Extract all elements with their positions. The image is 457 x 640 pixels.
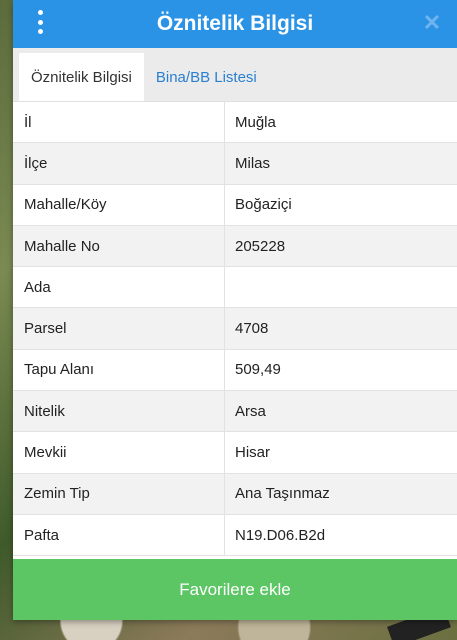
row-value: [225, 267, 457, 307]
row-value: Arsa: [235, 402, 266, 420]
row-key: İl: [13, 102, 225, 143]
table-row: Nitelik Arsa: [13, 391, 457, 433]
add-favorite-button[interactable]: Favorilere ekle: [13, 559, 457, 620]
table-row: İlçe Milas: [13, 143, 457, 185]
row-value: 509,49: [235, 361, 281, 379]
row-value: Hisar: [235, 444, 271, 462]
tab-attributes[interactable]: Öznitelik Bilgisi: [19, 53, 144, 101]
row-value: Boğaziçi: [235, 196, 292, 214]
row-value: 4708: [235, 320, 269, 338]
row-value: Milas: [235, 154, 271, 172]
row-value: N19.D06.B2d: [235, 526, 326, 544]
row-key: Pafta: [13, 514, 225, 556]
row-value: Muğla: [235, 113, 276, 131]
table-row: Parsel 4708: [13, 308, 457, 350]
attribute-table: İl Muğla İlçe Milas Mahalle/Köy Boğaziçi…: [13, 102, 457, 557]
row-value: 205228: [235, 237, 286, 255]
row-key: Zemin Tip: [13, 473, 225, 514]
table-row: Mevkii Hisar: [13, 432, 457, 474]
row-value: Ana Taşınmaz: [235, 485, 330, 503]
tab-bar: Öznitelik Bilgisi Bina/BB Listesi: [13, 48, 457, 102]
table-row: Mahalle/Köy Boğaziçi: [13, 184, 457, 226]
table-row: İl Muğla: [13, 102, 457, 144]
tab-building-list[interactable]: Bina/BB Listesi: [144, 53, 269, 101]
close-icon[interactable]: ✕: [421, 12, 443, 34]
row-key: Tapu Alanı: [13, 349, 225, 391]
table-row: Zemin Tip Ana Taşınmaz: [13, 473, 457, 515]
table-row: Tapu Alanı 509,49: [13, 349, 457, 392]
row-key: Nitelik: [13, 391, 225, 432]
dialog-title: Öznitelik Bilgisi: [156, 12, 314, 35]
row-key: Mahalle No: [13, 225, 225, 267]
row-key: Ada: [13, 267, 225, 308]
more-vert-icon[interactable]: [35, 10, 45, 34]
attribute-dialog: Öznitelik Bilgisi ✕ Öznitelik Bilgisi Bi…: [13, 0, 457, 620]
row-key: Mahalle/Köy: [13, 184, 225, 225]
dialog-header: Öznitelik Bilgisi ✕: [13, 0, 457, 48]
table-row: Ada: [13, 267, 457, 309]
row-key: İlçe: [13, 143, 225, 184]
table-row: Pafta N19.D06.B2d: [13, 514, 457, 557]
table-row: Mahalle No 205228: [13, 225, 457, 268]
row-key: Parsel: [13, 308, 225, 349]
row-key: Mevkii: [13, 432, 225, 473]
